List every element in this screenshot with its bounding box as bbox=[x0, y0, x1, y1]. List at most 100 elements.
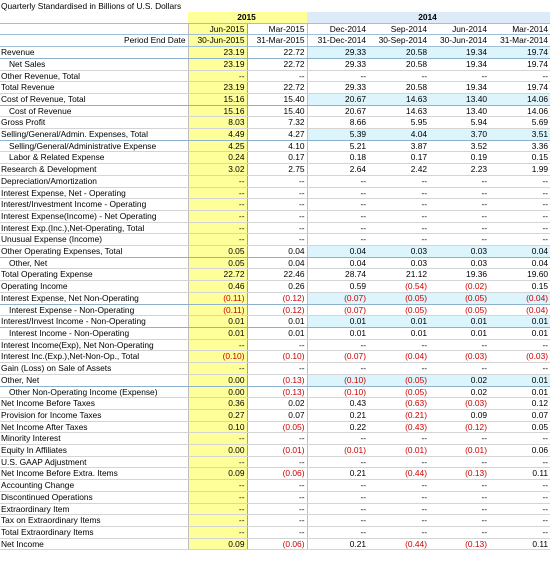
table-row: Other Revenue, Total -- -- -- -- -- -- bbox=[0, 70, 550, 83]
table-cell: -- bbox=[247, 233, 308, 247]
table-cell: -- bbox=[429, 503, 490, 516]
table-cell: 23.19 bbox=[187, 81, 248, 94]
table-cell: 0.00 bbox=[187, 373, 248, 387]
table-cell: 19.74 bbox=[489, 58, 550, 71]
table-cell: 2.75 bbox=[247, 163, 308, 176]
table-cell: (0.05) bbox=[368, 304, 430, 317]
column-date-header[interactable]: 31-Mar-2015 bbox=[247, 34, 308, 48]
year-2014-header[interactable]: 2014 bbox=[307, 12, 550, 24]
table-cell: (0.10) bbox=[307, 373, 369, 387]
row-label: Operating Income bbox=[0, 280, 189, 293]
table-cell: -- bbox=[307, 514, 369, 527]
column-period-header[interactable]: Jun-2014 bbox=[429, 23, 490, 36]
table-cell: 0.17 bbox=[247, 151, 308, 165]
table-row: Gain (Loss) on Sale of Assets -- -- -- -- -- -… bbox=[0, 362, 550, 375]
table-cell: (0.54) bbox=[368, 280, 430, 293]
table-cell: -- bbox=[429, 210, 490, 223]
table-cell: (0.11) bbox=[187, 291, 248, 305]
column-date-header[interactable]: 31-Dec-2014 bbox=[307, 34, 369, 48]
table-cell: 22.72 bbox=[247, 58, 308, 71]
table-cell: 0.01 bbox=[247, 315, 308, 328]
table-row: Selling/General/Admin. Expenses, Total 4.… bbox=[0, 128, 550, 141]
table-row: Interest Expense(Income) - Net Operating… bbox=[0, 210, 550, 223]
table-cell: 19.60 bbox=[489, 268, 550, 282]
table-cell: 0.21 bbox=[307, 467, 369, 481]
table-row: Selling/General/Administrative Expense 4.… bbox=[0, 140, 550, 153]
year-2015-header[interactable]: 2015 bbox=[188, 12, 308, 24]
table-cell: 0.21 bbox=[307, 409, 369, 422]
table-cell: 0.19 bbox=[429, 151, 490, 165]
table-cell: -- bbox=[489, 339, 550, 352]
financial-table: 2015 2014 Jun-2015 Mar-2015 Dec-2014 Sep-20… bbox=[0, 12, 550, 551]
row-label: Gain (Loss) on Sale of Assets bbox=[0, 362, 189, 375]
table-cell: 0.01 bbox=[429, 327, 490, 340]
table-cell: 22.46 bbox=[247, 268, 308, 282]
row-label: Other, Net bbox=[0, 257, 189, 270]
table-cell: 5.21 bbox=[307, 140, 369, 153]
column-period-header[interactable]: Dec-2014 bbox=[307, 23, 369, 36]
table-cell: 0.07 bbox=[247, 409, 308, 422]
table-cell: (0.44) bbox=[368, 467, 430, 481]
table-cell: 19.34 bbox=[429, 46, 490, 59]
table-cell: 2.64 bbox=[307, 163, 369, 176]
table-row: Gross Profit 8.03 7.32 8.66 5.95 5.94 5.69 bbox=[0, 116, 550, 130]
table-cell: -- bbox=[368, 175, 430, 188]
table-cell: 0.03 bbox=[429, 257, 490, 270]
table-cell: (0.05) bbox=[368, 373, 430, 387]
table-cell: -- bbox=[368, 491, 430, 504]
table-cell: 0.01 bbox=[307, 327, 369, 340]
table-cell: -- bbox=[247, 514, 308, 527]
table-cell: 14.06 bbox=[489, 105, 550, 118]
table-cell: 0.46 bbox=[187, 280, 248, 293]
row-label: Interest Expense, Net - Operating bbox=[0, 187, 189, 200]
column-date-header[interactable]: 30-Jun-2014 bbox=[429, 34, 490, 48]
table-cell: (0.07) bbox=[307, 350, 369, 364]
column-period-header[interactable]: Sep-2014 bbox=[368, 23, 430, 36]
column-date-header[interactable]: 30-Sep-2014 bbox=[368, 34, 430, 48]
table-cell: -- bbox=[307, 491, 369, 504]
row-label: Selling/General/Administrative Expense bbox=[0, 140, 189, 153]
table-row: Net Income Before Taxes 0.36 0.02 0.43 (0.63… bbox=[0, 397, 550, 410]
column-period-header[interactable]: Mar-2015 bbox=[247, 23, 308, 36]
table-cell: -- bbox=[307, 222, 369, 235]
table-row: Equity In Affiliates 0.00 (0.01) (0.01) (0.0… bbox=[0, 444, 550, 457]
table-cell: -- bbox=[187, 526, 248, 539]
table-row: Provision for Income Taxes 0.27 0.07 0.21 (0… bbox=[0, 409, 550, 422]
table-cell: 0.07 bbox=[489, 409, 550, 422]
row-label: Net Income bbox=[0, 538, 189, 551]
table-cell: -- bbox=[489, 362, 550, 375]
table-cell: 0.05 bbox=[489, 421, 550, 434]
table-cell: (0.06) bbox=[247, 538, 308, 551]
table-cell: 0.59 bbox=[307, 280, 369, 293]
table-cell: 19.74 bbox=[489, 81, 550, 94]
table-cell: -- bbox=[187, 514, 248, 527]
table-cell: 0.00 bbox=[187, 444, 248, 457]
row-label: Unusual Expense (Income) bbox=[0, 233, 189, 247]
table-cell: 0.26 bbox=[247, 280, 308, 293]
table-cell: -- bbox=[489, 175, 550, 188]
table-row: Total Operating Expense 22.72 22.46 28.74 21… bbox=[0, 268, 550, 282]
table-cell: 0.01 bbox=[489, 373, 550, 387]
year-header-row: 2015 2014 bbox=[0, 12, 550, 24]
table-row: Other, Net 0.05 0.04 0.04 0.03 0.03 0.04 bbox=[0, 257, 550, 270]
table-cell: 2.23 bbox=[429, 163, 490, 176]
table-cell: 0.09 bbox=[187, 538, 248, 551]
column-date-header[interactable]: 30-Jun-2015 bbox=[187, 34, 248, 48]
table-cell: (0.01) bbox=[429, 444, 490, 457]
column-date-header[interactable]: 31-Mar-2014 bbox=[489, 34, 550, 48]
row-label: Provision for Income Taxes bbox=[0, 409, 189, 422]
row-label: Minority Interest bbox=[0, 432, 189, 446]
table-cell: 0.09 bbox=[429, 409, 490, 422]
table-cell: -- bbox=[187, 175, 248, 188]
row-label: Interest Income - Non-Operating bbox=[0, 327, 189, 340]
table-cell: -- bbox=[429, 362, 490, 375]
column-period-header[interactable]: Mar-2014 bbox=[489, 23, 550, 36]
row-label: Interest/Invest Income - Non-Operating bbox=[0, 315, 189, 328]
table-cell: 0.01 bbox=[368, 315, 430, 328]
table-cell: (0.21) bbox=[368, 409, 430, 422]
column-period-header[interactable]: Jun-2015 bbox=[187, 23, 248, 36]
table-cell: 0.01 bbox=[489, 327, 550, 340]
table-cell: -- bbox=[489, 187, 550, 200]
table-cell: -- bbox=[307, 233, 369, 247]
date-header-row: Period End Date 30-Jun-2015 31-Mar-2015 31… bbox=[0, 34, 550, 48]
